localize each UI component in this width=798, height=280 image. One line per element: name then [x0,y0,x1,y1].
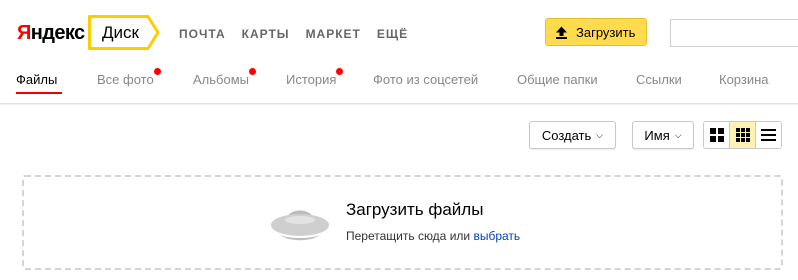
tab-label: Корзина [719,72,769,87]
logo-letter: Я [17,22,31,44]
search-input[interactable] [670,19,798,47]
large-grid-icon [709,128,724,142]
yandex-logo[interactable]: Яндекс [17,21,85,45]
ufo-saucer-icon [271,210,329,241]
tab-all-photos[interactable]: Все фото [97,68,161,88]
tab-social-photos[interactable]: Фото из соцсетей [373,72,478,88]
notification-dot [336,68,344,75]
view-mode-toggle [703,121,782,149]
active-tab-underline [16,92,62,94]
notification-dot [249,68,256,75]
chevron-down-icon: ⌵ [596,129,604,140]
tab-label: Общие папки [517,72,598,87]
tab-albums[interactable]: Альбомы [193,68,256,88]
nav-more[interactable]: ЕЩЁ [377,26,408,42]
logo-text: ндекс [30,22,85,44]
main-content: Создать ⌵ Имя ⌵ Загрузить файлы Перетащи… [0,105,798,280]
dropzone-subtitle: Перетащить сюда или выбрать [346,228,520,244]
create-button[interactable]: Создать ⌵ [529,121,616,149]
service-name: Диск [102,23,139,42]
upload-button[interactable]: Загрузить [545,18,647,46]
sort-button[interactable]: Имя ⌵ [632,121,694,149]
upload-arrow-icon [556,26,567,39]
small-grid-icon [735,128,750,142]
tab-label: История [286,72,337,87]
tab-label: Альбомы [193,72,249,87]
section-tabs: Файлы Все фото Альбомы История Фото из с… [0,62,798,104]
header: Яндекс Диск ПОЧТА КАРТЫ МАРКЕТ ЕЩЁ Загру… [0,0,798,62]
tab-label: Файлы [16,72,58,87]
tab-history[interactable]: История [286,68,344,88]
dropzone-title: Загрузить файлы [346,200,484,219]
disk-service-badge[interactable]: Диск [88,15,160,50]
tab-files[interactable]: Файлы [16,72,57,88]
top-nav: ПОЧТА КАРТЫ МАРКЕТ ЕЩЁ [179,26,408,42]
tab-links[interactable]: Ссылки [636,72,682,88]
tab-label: Ссылки [636,72,682,87]
tab-trash[interactable]: Корзина [719,72,769,88]
dropzone-subtitle-text: Перетащить сюда или [346,229,471,243]
upload-dropzone[interactable]: Загрузить файлы Перетащить сюда или выбр… [22,175,783,270]
choose-files-link[interactable]: выбрать [473,229,520,243]
nav-market[interactable]: МАРКЕТ [306,26,361,42]
tab-label: Фото из соцсетей [373,72,479,87]
view-small-tiles-button[interactable] [730,122,756,148]
nav-mail[interactable]: ПОЧТА [179,26,226,42]
tab-shared-folders[interactable]: Общие папки [517,72,598,88]
nav-maps[interactable]: КАРТЫ [242,26,290,42]
tab-label: Все фото [97,72,154,87]
list-icon [761,129,776,141]
view-list-button[interactable] [756,122,781,148]
sort-button-label: Имя [644,127,670,143]
view-large-tiles-button[interactable] [704,122,730,148]
notification-dot [153,68,161,75]
chevron-down-icon: ⌵ [674,129,682,140]
upload-button-label: Загрузить [576,24,636,40]
create-button-label: Создать [541,127,592,143]
